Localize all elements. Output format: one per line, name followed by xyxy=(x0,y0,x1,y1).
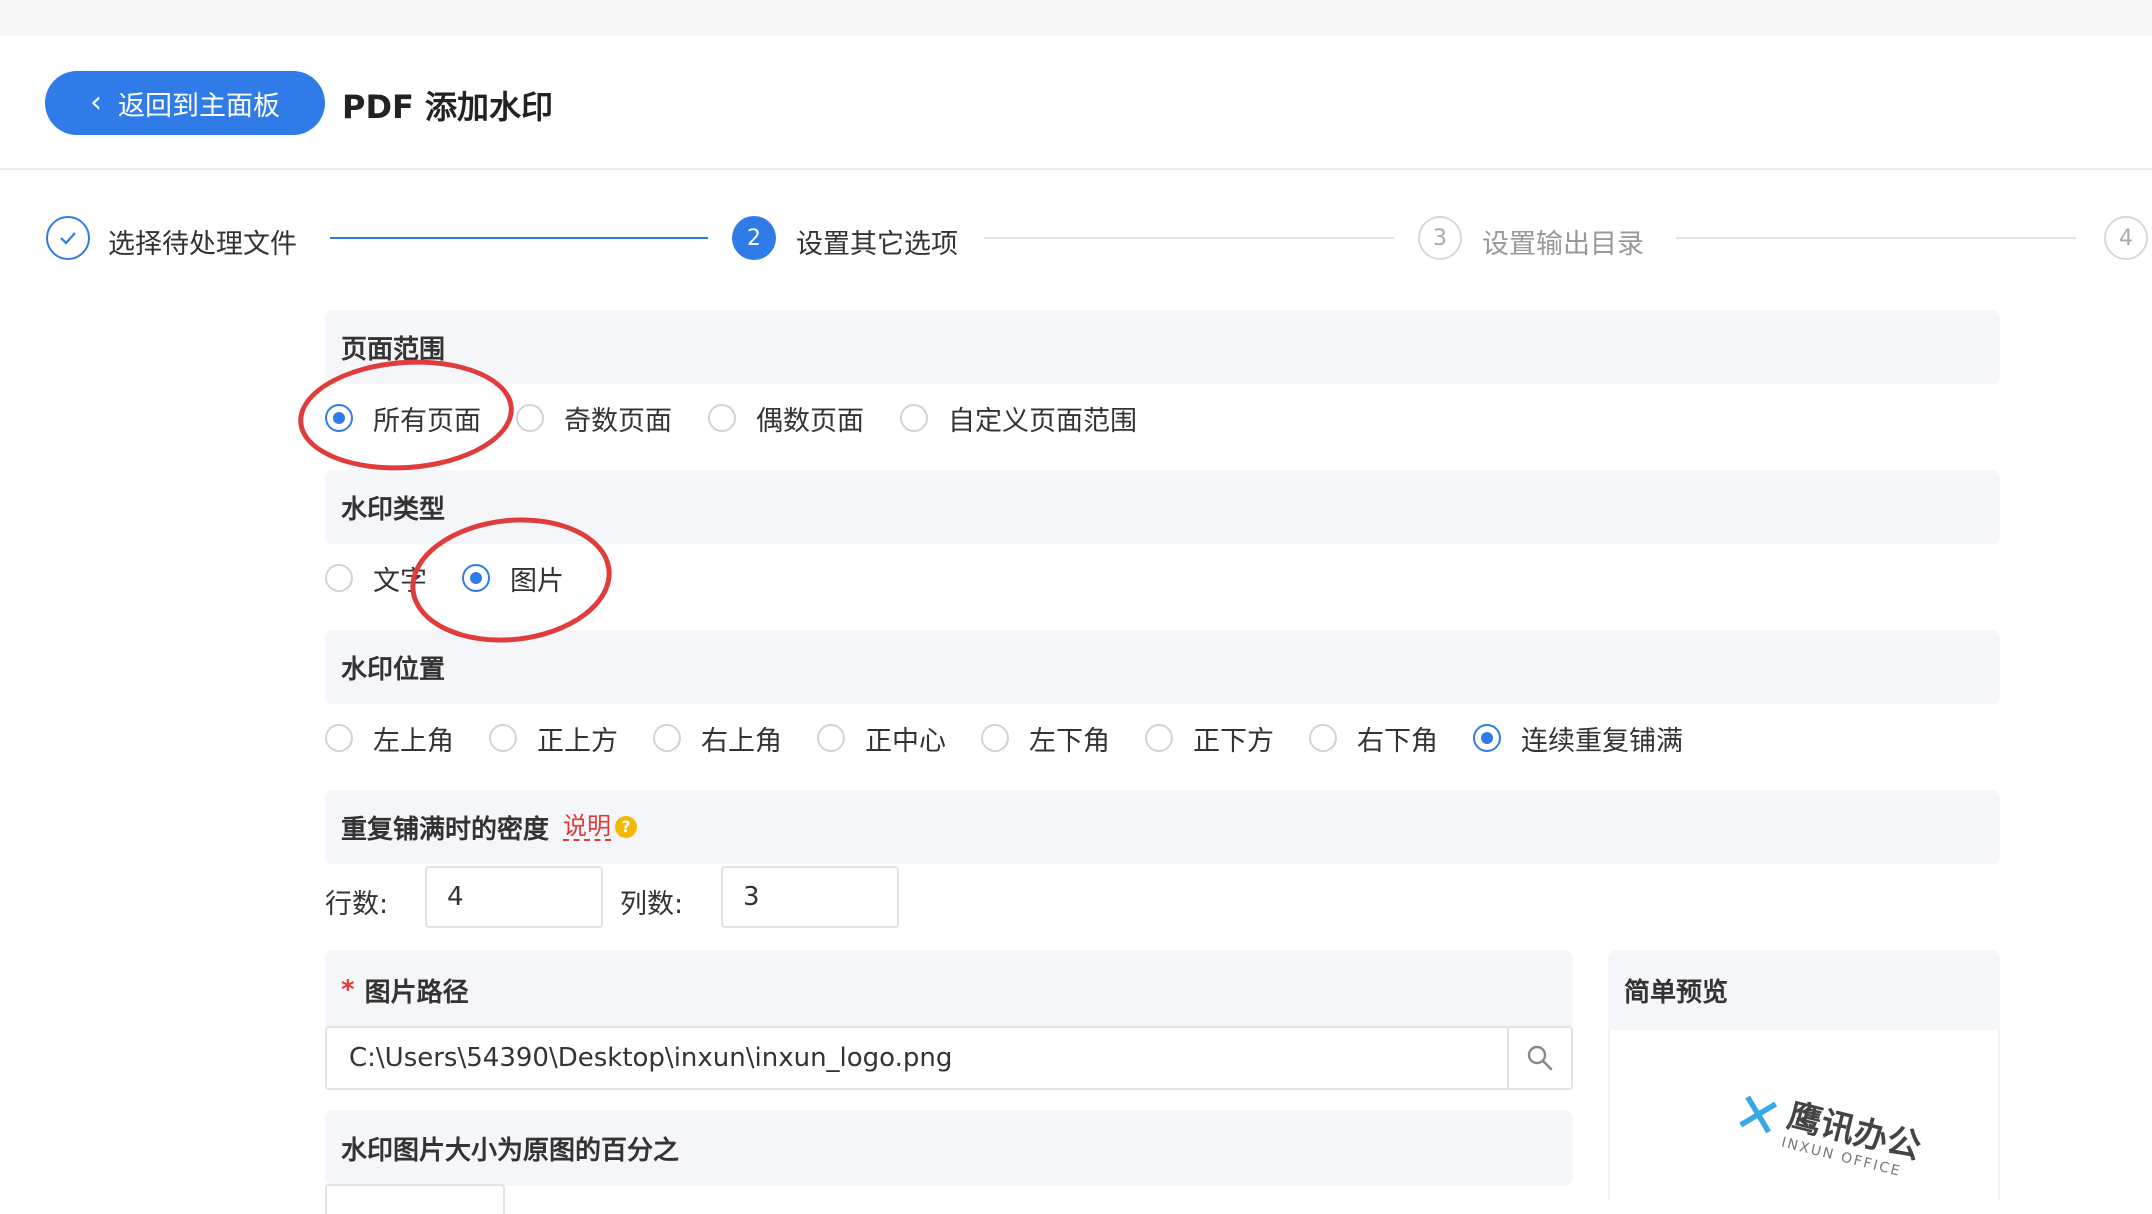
density-section-title: 重复铺满时的密度 说明 ? xyxy=(325,790,2000,864)
radio-indicator xyxy=(325,564,353,592)
radio-label: 图片 xyxy=(510,565,564,597)
radio-indicator xyxy=(1473,724,1501,752)
image-size-input[interactable] xyxy=(325,1184,505,1214)
required-mark: * xyxy=(341,975,355,1005)
radio-indicator xyxy=(462,564,490,592)
radio-top-right[interactable]: 右上角 xyxy=(653,719,787,758)
step-3-label[interactable]: 设置输出目录 xyxy=(1482,222,1644,261)
step-3-number[interactable]: 3 xyxy=(1418,216,1462,260)
radio-label: 右上角 xyxy=(701,725,782,757)
radio-indicator xyxy=(653,724,681,752)
step-1-check-icon[interactable] xyxy=(46,216,90,260)
step-connector-2 xyxy=(984,237,1394,239)
step-2-number[interactable]: 2 xyxy=(732,216,776,260)
radio-repeat-fill[interactable]: 连续重复铺满 xyxy=(1473,719,1683,758)
radio-center[interactable]: 正中心 xyxy=(817,719,951,758)
preview-panel: ✕ 鹰讯办公 INXUN OFFICE xyxy=(1608,1030,2000,1200)
back-button-label: 返回到主面板 xyxy=(118,90,280,122)
radio-indicator xyxy=(981,724,1009,752)
radio-indicator xyxy=(900,404,928,432)
radio-label: 奇数页面 xyxy=(564,405,672,437)
step-1-label[interactable]: 选择待处理文件 xyxy=(108,222,297,261)
cols-input[interactable] xyxy=(721,866,899,928)
radio-indicator xyxy=(817,724,845,752)
radio-label: 正下方 xyxy=(1193,725,1274,757)
radio-label: 连续重复铺满 xyxy=(1521,725,1683,757)
radio-label: 右下角 xyxy=(1357,725,1438,757)
rows-label: 行数: xyxy=(325,889,389,920)
step-4-number[interactable]: 4 xyxy=(2104,216,2148,260)
radio-indicator xyxy=(516,404,544,432)
radio-bottom-left[interactable]: 左下角 xyxy=(981,719,1115,758)
back-to-main-button[interactable]: ‹ 返回到主面板 xyxy=(45,71,325,135)
radio-label: 所有页面 xyxy=(373,405,481,437)
radio-label: 左上角 xyxy=(373,725,454,757)
step-connector-1 xyxy=(330,237,708,239)
image-path-section-title: * 图片路径 xyxy=(325,950,1573,1030)
header-bar: ‹ 返回到主面板 PDF 添加水印 xyxy=(0,36,2152,170)
inxun-logo-icon: ✕ xyxy=(1727,1079,1789,1154)
radio-indicator xyxy=(1309,724,1337,752)
page-range-section-title: 页面范围 xyxy=(325,310,2000,384)
radio-all-pages[interactable]: 所有页面 xyxy=(325,399,486,438)
image-size-section-title: 水印图片大小为原图的百分之 xyxy=(325,1110,1573,1186)
radio-label: 文字 xyxy=(373,565,427,597)
rows-input[interactable] xyxy=(425,866,603,928)
radio-indicator xyxy=(489,724,517,752)
image-path-field xyxy=(325,1026,1573,1090)
search-icon[interactable] xyxy=(1507,1028,1571,1088)
watermark-position-section-title: 水印位置 xyxy=(325,630,2000,704)
radio-bottom-right[interactable]: 右下角 xyxy=(1309,719,1443,758)
image-path-input[interactable] xyxy=(327,1028,1511,1088)
chevron-left-icon: ‹ xyxy=(90,85,102,120)
radio-label: 左下角 xyxy=(1029,725,1110,757)
top-band xyxy=(0,0,2152,36)
watermark-position-options: 左上角 正上方 右上角 正中心 左下角 正下方 右下角 连续重复铺满 xyxy=(325,713,1713,763)
radio-label: 正上方 xyxy=(537,725,618,757)
step-2-label[interactable]: 设置其它选项 xyxy=(796,222,958,261)
density-title-text: 重复铺满时的密度 xyxy=(341,814,550,845)
radio-label: 正中心 xyxy=(865,725,946,757)
image-path-title-text: 图片路径 xyxy=(364,977,469,1008)
radio-indicator xyxy=(325,404,353,432)
radio-even-pages[interactable]: 偶数页面 xyxy=(708,399,870,438)
radio-custom-range[interactable]: 自定义页面范围 xyxy=(900,399,1137,438)
radio-image[interactable]: 图片 xyxy=(462,559,564,598)
radio-odd-pages[interactable]: 奇数页面 xyxy=(516,399,678,438)
density-help-link[interactable]: 说明 xyxy=(563,812,612,842)
watermark-preview-logo: ✕ 鹰讯办公 INXUN OFFICE xyxy=(1727,1079,1925,1184)
preview-section-title: 简单预览 xyxy=(1608,950,2000,1030)
page-range-options: 所有页面 奇数页面 偶数页面 自定义页面范围 xyxy=(325,393,1167,443)
watermark-type-options: 文字 图片 xyxy=(325,553,594,603)
page-title: PDF 添加水印 xyxy=(342,88,554,126)
help-question-icon[interactable]: ? xyxy=(615,816,638,838)
radio-label: 自定义页面范围 xyxy=(948,405,1137,437)
radio-indicator xyxy=(325,724,353,752)
watermark-type-section-title: 水印类型 xyxy=(325,470,2000,544)
radio-text[interactable]: 文字 xyxy=(325,559,432,598)
step-indicator: 选择待处理文件 2 设置其它选项 3 设置输出目录 4 xyxy=(0,200,2152,280)
cols-label: 列数: xyxy=(620,889,684,920)
radio-top-center[interactable]: 正上方 xyxy=(489,719,623,758)
radio-label: 偶数页面 xyxy=(756,405,864,437)
radio-indicator xyxy=(708,404,736,432)
logo-text: 鹰讯办公 INXUN OFFICE xyxy=(1780,1096,1925,1183)
radio-bottom-center[interactable]: 正下方 xyxy=(1145,719,1279,758)
radio-top-left[interactable]: 左上角 xyxy=(325,719,459,758)
step-connector-3 xyxy=(1676,237,2076,239)
radio-indicator xyxy=(1145,724,1173,752)
